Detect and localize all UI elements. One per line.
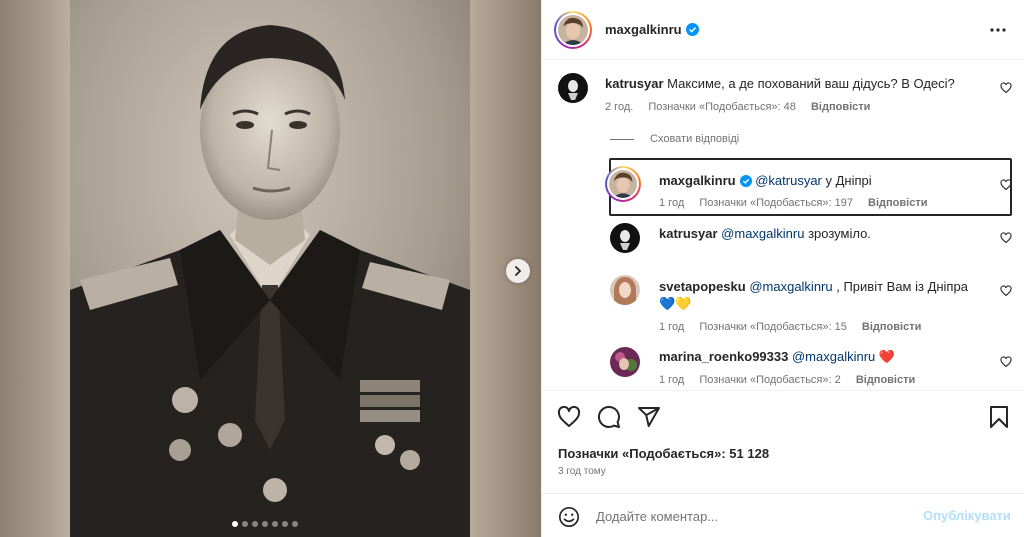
- post-timestamp[interactable]: 3 год тому: [558, 466, 606, 477]
- post-media: [0, 0, 541, 537]
- post-comment-button[interactable]: Опублікувати: [923, 508, 1011, 523]
- reply-avatar: [609, 170, 637, 198]
- story-ring[interactable]: [605, 166, 641, 202]
- avatar: [558, 15, 588, 45]
- carousel-dot[interactable]: [292, 521, 298, 527]
- reply-emoji-line: 💙💛: [659, 296, 692, 311]
- reply-body: у Дніпрі: [825, 173, 872, 188]
- divider: [610, 138, 634, 140]
- post-header: maxgalkinru: [542, 0, 1024, 60]
- carousel-dot[interactable]: [282, 521, 288, 527]
- reply-meta: 1 год Позначки «Подобається»: 197 Відпов…: [659, 197, 939, 209]
- comment-meta: 2 год. Позначки «Подобається»: 48 Відпов…: [605, 101, 882, 113]
- heart-icon[interactable]: [557, 405, 581, 429]
- comment-time[interactable]: 2 год.: [605, 101, 633, 113]
- instagram-post-view: maxgalkinru katrusyar Максиме, а де похо…: [0, 0, 1024, 537]
- reply-time[interactable]: 1 год: [659, 321, 684, 333]
- reply-button[interactable]: Відповісти: [868, 197, 927, 209]
- comment-text: katrusyar Максиме, а де похований ваш ді…: [605, 76, 955, 91]
- reply-meta: 1 год Позначки «Подобається»: 15 Відпові…: [659, 321, 933, 333]
- reply-mention[interactable]: @maxgalkinru: [792, 349, 875, 364]
- heart-icon[interactable]: [1000, 179, 1012, 191]
- comments-list: katrusyar Максиме, а де похований ваш ді…: [542, 60, 1024, 390]
- more-options-icon[interactable]: [988, 22, 1008, 38]
- reply-text: maxgalkinru @katrusyar у Дніпрі: [659, 173, 872, 188]
- reply-body: , Привіт Вам із Дніпра: [836, 279, 968, 294]
- reply-text: katrusyar @maxgalkinru зрозуміло.: [659, 226, 871, 241]
- reply-text: svetapopesku @maxgalkinru , Привіт Вам і…: [659, 279, 968, 294]
- carousel-indicator: [232, 521, 298, 527]
- post-author[interactable]: maxgalkinru: [605, 22, 699, 37]
- reply-button[interactable]: Відповісти: [856, 374, 915, 386]
- reply-meta: 1 год Позначки «Подобається»: 2 Відповіс…: [659, 374, 927, 386]
- reply-text: marina_roenko99333 @maxgalkinru ❤️: [659, 349, 895, 365]
- carousel-dot[interactable]: [262, 521, 268, 527]
- share-icon[interactable]: [637, 405, 661, 429]
- heart-icon[interactable]: [1000, 356, 1012, 368]
- reply-button[interactable]: Відповісти: [862, 321, 921, 333]
- reply-likes[interactable]: Позначки «Подобається»: 197: [699, 197, 853, 209]
- reply-likes[interactable]: Позначки «Подобається»: 15: [699, 321, 847, 333]
- bookmark-icon[interactable]: [988, 405, 1010, 429]
- add-comment-bar: Опублікувати: [542, 493, 1024, 537]
- reply-avatar[interactable]: [610, 223, 640, 253]
- reply-avatar[interactable]: [610, 275, 640, 305]
- carousel-dot[interactable]: [242, 521, 248, 527]
- reply-time[interactable]: 1 год: [659, 197, 684, 209]
- reply-mention[interactable]: @katrusyar: [755, 173, 822, 188]
- post-author-name[interactable]: maxgalkinru: [605, 22, 682, 37]
- carousel-dot[interactable]: [272, 521, 278, 527]
- portrait-image: [70, 0, 470, 537]
- reply-username[interactable]: marina_roenko99333: [659, 349, 788, 364]
- heart-icon[interactable]: [1000, 232, 1012, 244]
- chevron-right-icon: [515, 266, 522, 276]
- reply-avatar[interactable]: [610, 347, 640, 377]
- heart-icon[interactable]: [1000, 285, 1012, 297]
- comment-body: Максиме, а де похований ваш дідусь? В Од…: [667, 76, 955, 91]
- next-media-button[interactable]: [506, 259, 530, 283]
- hide-replies-button[interactable]: Сховати відповіді: [610, 133, 739, 145]
- story-ring[interactable]: [554, 11, 592, 49]
- emoji-icon[interactable]: [558, 506, 580, 528]
- verified-icon: [739, 175, 752, 187]
- comment-username[interactable]: katrusyar: [605, 76, 664, 91]
- reply-mention[interactable]: @maxgalkinru: [749, 279, 832, 294]
- reply-likes[interactable]: Позначки «Подобається»: 2: [699, 374, 840, 386]
- commenter-avatar[interactable]: [558, 73, 588, 103]
- reply-username[interactable]: katrusyar: [659, 226, 718, 241]
- post-actions: Позначки «Подобається»: 51 128 3 год том…: [542, 390, 1024, 493]
- reply-time[interactable]: 1 год: [659, 374, 684, 386]
- post-details-panel: maxgalkinru katrusyar Максиме, а де похо…: [541, 0, 1024, 537]
- likes-count[interactable]: Позначки «Подобається»: 51 128: [558, 446, 769, 461]
- reply-username[interactable]: maxgalkinru: [659, 173, 736, 188]
- reply-mention[interactable]: @maxgalkinru: [721, 226, 804, 241]
- carousel-dot[interactable]: [252, 521, 258, 527]
- reply-emoji: ❤️: [878, 349, 896, 364]
- comment-likes[interactable]: Позначки «Подобається»: 48: [648, 101, 796, 113]
- reply-username[interactable]: svetapopesku: [659, 279, 746, 294]
- comment-icon[interactable]: [597, 405, 621, 429]
- verified-icon: [685, 23, 699, 36]
- post-photo: [70, 0, 470, 537]
- heart-icon[interactable]: [1000, 82, 1012, 94]
- carousel-dot[interactable]: [232, 521, 238, 527]
- reply-body: зрозуміло.: [808, 226, 871, 241]
- comment-input[interactable]: [596, 506, 916, 526]
- hide-replies-label[interactable]: Сховати відповіді: [650, 133, 739, 145]
- reply-button[interactable]: Відповісти: [811, 101, 870, 113]
